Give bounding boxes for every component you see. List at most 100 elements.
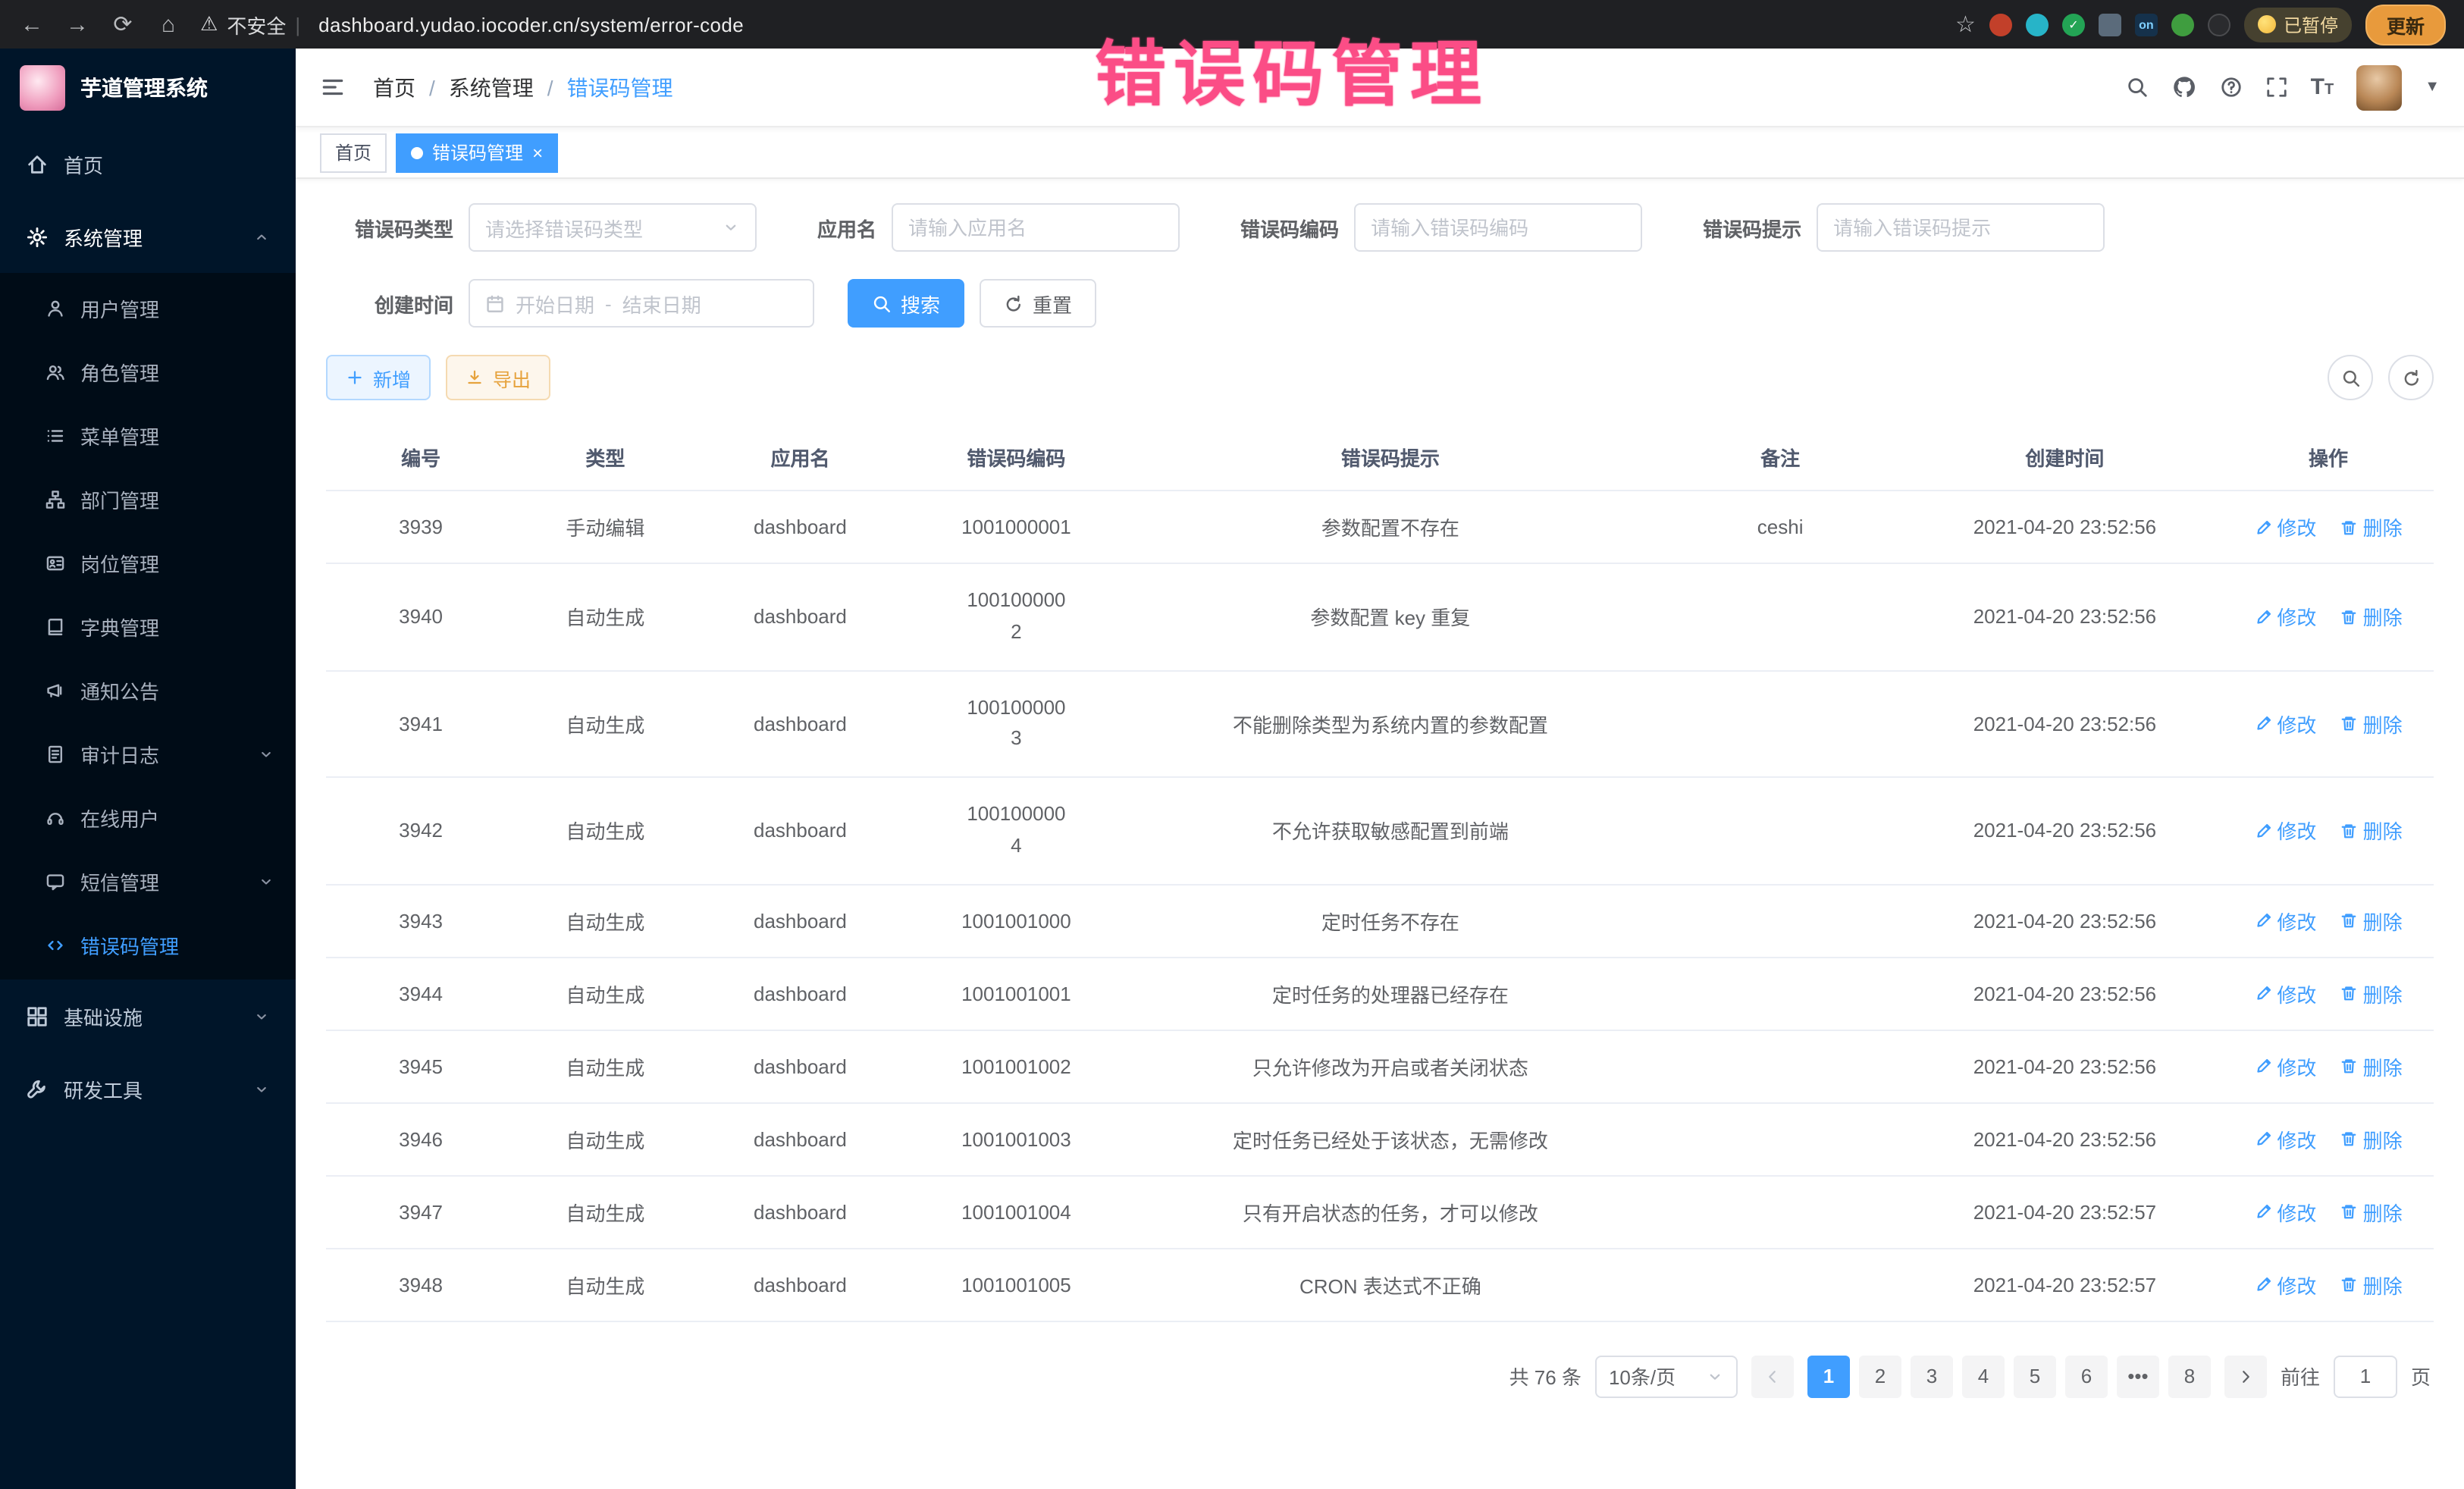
error-type-select[interactable]: 请选择错误码类型 — [469, 203, 757, 252]
edit-button[interactable]: 修改 — [2254, 817, 2316, 845]
page-button[interactable]: 1 — [1807, 1356, 1850, 1398]
sidebar-item-user-mgmt[interactable]: 用户管理 — [0, 276, 296, 340]
edit-button[interactable]: 修改 — [2254, 710, 2316, 738]
extension-icon[interactable] — [1989, 13, 2012, 36]
sidebar-item-infrastructure[interactable]: 基础设施 — [0, 980, 296, 1052]
delete-button[interactable]: 删除 — [2340, 1198, 2403, 1227]
cell-type: 自动生成 — [516, 885, 694, 958]
next-page-button[interactable] — [2224, 1356, 2267, 1398]
fullscreen-icon[interactable] — [2265, 76, 2288, 99]
browser-home-button[interactable]: ⌂ — [155, 11, 182, 37]
refresh-table-button[interactable] — [2388, 355, 2434, 400]
goto-page-input[interactable] — [2334, 1356, 2397, 1398]
extension-icon[interactable]: ✓ — [2062, 13, 2085, 36]
extension-icon[interactable] — [2171, 13, 2194, 36]
filter-hint-label: 错误码提示 — [1703, 213, 1801, 242]
edit-button[interactable]: 修改 — [2254, 980, 2316, 1008]
sidebar-item-notice[interactable]: 通知公告 — [0, 658, 296, 722]
delete-button[interactable]: 删除 — [2340, 817, 2403, 845]
edit-button[interactable]: 修改 — [2254, 1271, 2316, 1299]
error-hint-field — [1817, 203, 2105, 252]
sidebar-item-error-code-mgmt[interactable]: 错误码管理 — [0, 913, 296, 976]
bookmark-star-icon[interactable]: ☆ — [1955, 11, 1976, 38]
trash-icon — [2340, 912, 2359, 930]
reset-button[interactable]: 重置 — [980, 279, 1096, 328]
delete-button[interactable]: 删除 — [2340, 907, 2403, 936]
prev-page-button[interactable] — [1751, 1356, 1794, 1398]
sidebar-item-sms-mgmt[interactable]: 短信管理 — [0, 849, 296, 913]
delete-button[interactable]: 删除 — [2340, 1052, 2403, 1081]
cell-id: 3939 — [326, 491, 516, 563]
edit-button[interactable]: 修改 — [2254, 907, 2316, 936]
edit-button[interactable]: 修改 — [2254, 603, 2316, 632]
tab-error-code[interactable]: 错误码管理 × — [396, 133, 558, 172]
sidebar-item-dict-mgmt[interactable]: 字典管理 — [0, 594, 296, 658]
sidebar-toggle-icon[interactable] — [320, 74, 346, 100]
sidebar-item-online-users[interactable]: 在线用户 — [0, 785, 296, 849]
security-indicator[interactable]: ⚠ 不安全 | — [200, 10, 300, 39]
toggle-search-button[interactable] — [2328, 355, 2373, 400]
font-size-icon[interactable]: TT — [2311, 76, 2334, 99]
extension-icon[interactable] — [2026, 13, 2049, 36]
page-button[interactable]: 4 — [1962, 1356, 2005, 1398]
tab-home[interactable]: 首页 — [320, 133, 387, 172]
table-row: 3948 自动生成 dashboard 1001001005 CRON 表达式不… — [326, 1249, 2434, 1321]
system-submenu: 用户管理 角色管理 菜单管理 部门管理 — [0, 273, 296, 980]
delete-button[interactable]: 删除 — [2340, 1125, 2403, 1154]
breadcrumb-home[interactable]: 首页 — [373, 72, 415, 102]
edit-button[interactable]: 修改 — [2254, 1125, 2316, 1154]
cell-time: 2021-04-20 23:52:56 — [1907, 670, 2223, 777]
github-icon[interactable] — [2171, 74, 2197, 100]
grid-icon — [26, 1005, 49, 1027]
browser-update-button[interactable]: 更新 — [2365, 4, 2446, 45]
sidebar-item-system-mgmt[interactable]: 系统管理 — [0, 200, 296, 273]
error-hint-input[interactable] — [1833, 216, 2088, 239]
breadcrumb-system[interactable]: 系统管理 — [449, 72, 534, 102]
page-button[interactable]: 3 — [1911, 1356, 1953, 1398]
add-button[interactable]: 新增 — [326, 355, 431, 400]
edit-button[interactable]: 修改 — [2254, 1198, 2316, 1227]
page-size-select[interactable]: 10条/页 — [1595, 1356, 1738, 1398]
export-button[interactable]: 导出 — [446, 355, 550, 400]
extension-pin-icon[interactable] — [2208, 13, 2230, 36]
delete-button[interactable]: 删除 — [2340, 513, 2403, 541]
sidebar-item-home[interactable]: 首页 — [0, 127, 296, 200]
chevron-down-icon[interactable]: ▼ — [2425, 79, 2440, 96]
delete-button[interactable]: 删除 — [2340, 710, 2403, 738]
delete-button[interactable]: 删除 — [2340, 1271, 2403, 1299]
date-range-picker[interactable]: 开始日期 - 结束日期 — [469, 279, 814, 328]
avatar[interactable] — [2356, 64, 2402, 110]
wrench-icon — [26, 1077, 49, 1100]
paused-badge[interactable]: 已暂停 — [2244, 7, 2352, 42]
page-button[interactable]: 8 — [2168, 1356, 2211, 1398]
filter-row-1: 错误码类型 请选择错误码类型 应用名 错误码编码 — [326, 203, 2434, 252]
page-button[interactable]: 6 — [2065, 1356, 2108, 1398]
sidebar-item-audit-log[interactable]: 审计日志 — [0, 722, 296, 785]
sidebar-item-post-mgmt[interactable]: 岗位管理 — [0, 531, 296, 594]
cell-type: 自动生成 — [516, 1030, 694, 1103]
sidebar-item-dev-tools[interactable]: 研发工具 — [0, 1052, 296, 1125]
extension-on-badge[interactable]: on — [2135, 13, 2158, 36]
delete-button[interactable]: 删除 — [2340, 980, 2403, 1008]
header-search-icon[interactable] — [2126, 76, 2149, 99]
page-ellipsis-button[interactable]: ••• — [2117, 1356, 2159, 1398]
browser-reload-button[interactable]: ⟳ — [109, 11, 136, 38]
app-logo[interactable]: 芋道管理系统 — [0, 49, 296, 127]
edit-button[interactable]: 修改 — [2254, 513, 2316, 541]
help-icon[interactable] — [2220, 76, 2243, 99]
tab-close-icon[interactable]: × — [532, 143, 543, 161]
app-name-input[interactable] — [908, 216, 1163, 239]
page-button[interactable]: 2 — [1859, 1356, 1901, 1398]
sidebar-item-menu-mgmt[interactable]: 菜单管理 — [0, 403, 296, 467]
delete-button[interactable]: 删除 — [2340, 603, 2403, 632]
address-bar[interactable]: dashboard.yudao.iocoder.cn/system/error-… — [318, 13, 744, 36]
extension-icon[interactable] — [2099, 13, 2121, 36]
sidebar-item-dept-mgmt[interactable]: 部门管理 — [0, 467, 296, 531]
error-code-input[interactable] — [1371, 216, 1625, 239]
search-button[interactable]: 搜索 — [848, 279, 964, 328]
edit-button[interactable]: 修改 — [2254, 1052, 2316, 1081]
browser-forward-button[interactable]: → — [64, 11, 91, 37]
sidebar-item-role-mgmt[interactable]: 角色管理 — [0, 340, 296, 403]
browser-back-button[interactable]: ← — [18, 11, 45, 37]
page-button[interactable]: 5 — [2014, 1356, 2056, 1398]
